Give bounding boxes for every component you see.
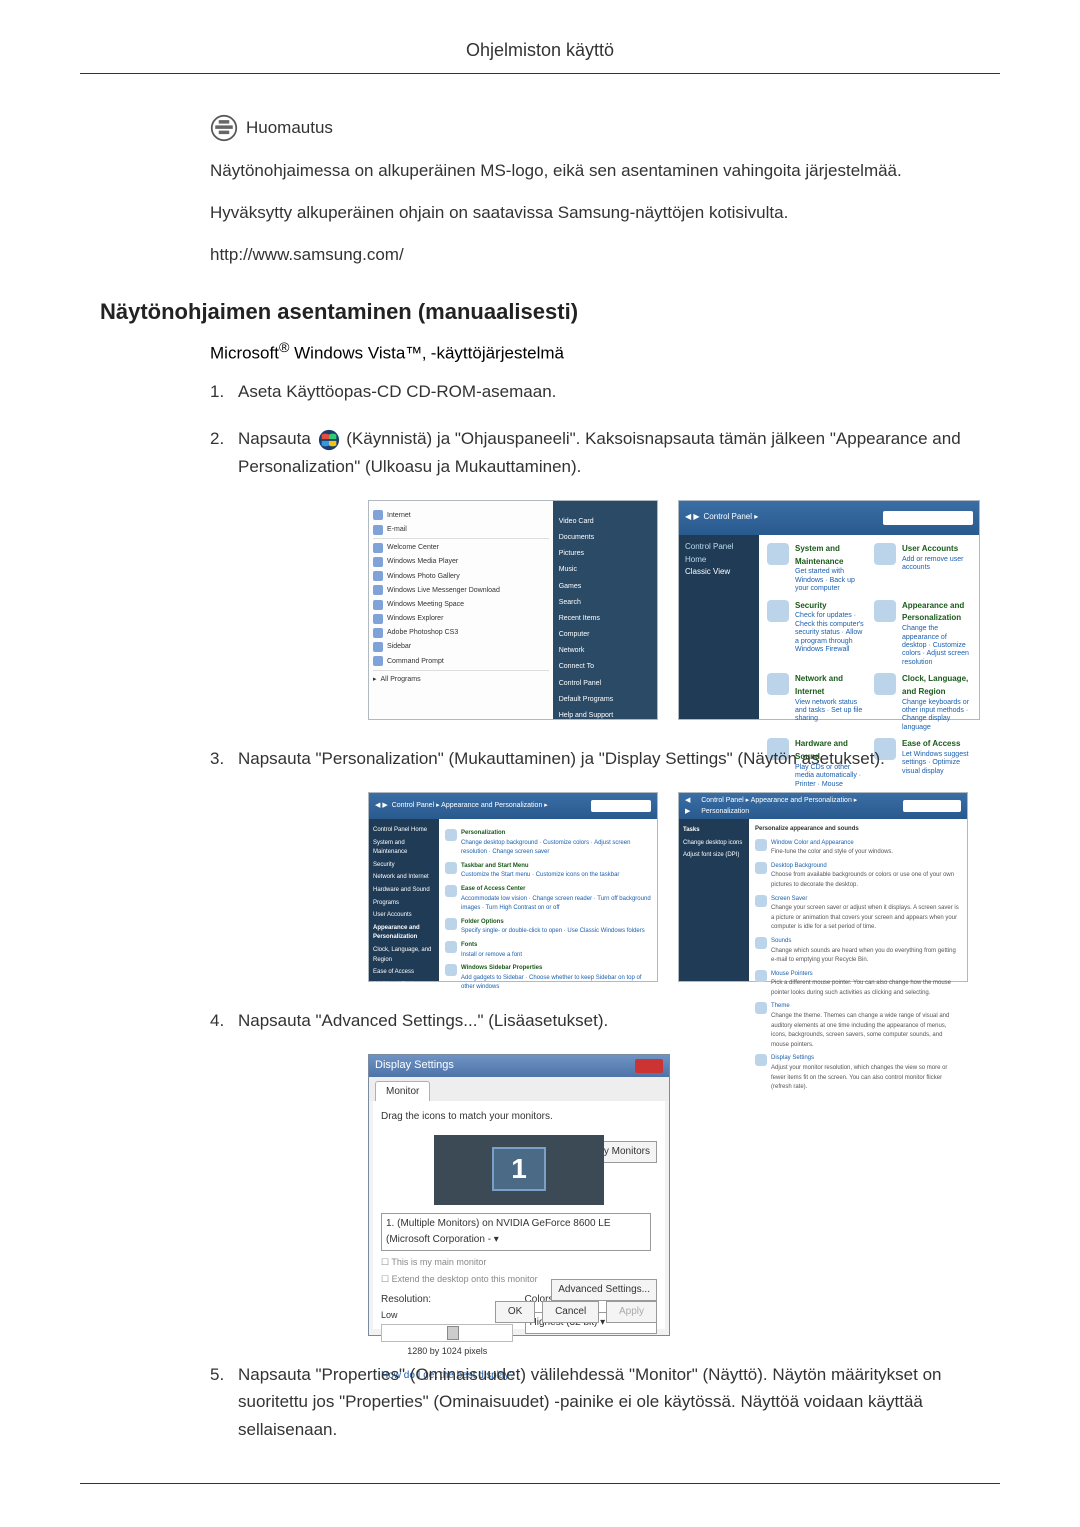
step-5-text: Napsauta "Properties" (Ominaisuudet) väl… xyxy=(238,1365,942,1438)
step-1-text: Aseta Käyttöopas-CD CD-ROM-asemaan. xyxy=(238,382,556,401)
screenshot-display-settings: Display Settings Monitor Drag the icons … xyxy=(368,1054,670,1336)
reg-mark: ® xyxy=(279,340,289,356)
sub-prefix: Microsoft xyxy=(210,343,279,362)
screenshot-personalization: ◀ ▶Control Panel ▸ Appearance and Person… xyxy=(678,792,968,982)
step-3: Napsauta "Personalization" (Mukauttamine… xyxy=(210,745,980,982)
note-url: http://www.samsung.com/ xyxy=(210,241,980,268)
step-3-text: Napsauta "Personalization" (Mukauttamine… xyxy=(238,749,885,768)
step-4: Napsauta "Advanced Settings..." (Lisäase… xyxy=(210,1007,980,1336)
step-2: Napsauta (Käynnistä) ja "Ohjauspaneeli".… xyxy=(210,425,980,719)
screenshot-start-menu: Internet E-mail Welcome Center Windows M… xyxy=(368,500,658,720)
header-rule xyxy=(80,73,1000,74)
apply-button: Apply xyxy=(606,1301,657,1323)
start-orb-icon xyxy=(318,429,340,451)
section-heading: Näytönohjaimen asentaminen (manuaalisest… xyxy=(100,299,980,325)
advanced-settings-button: Advanced Settings... xyxy=(551,1279,657,1301)
cancel-button: Cancel xyxy=(542,1301,599,1323)
page-header-title: Ohjelmiston käyttö xyxy=(80,40,1000,61)
note-paragraph-2: Hyväksytty alkuperäinen ohjain on saatav… xyxy=(210,199,980,226)
step-1: Aseta Käyttöopas-CD CD-ROM-asemaan. xyxy=(210,378,980,405)
screenshot-appearance-personalization: ◀ ▶Control Panel ▸ Appearance and Person… xyxy=(368,792,658,982)
step-2-text-a: Napsauta xyxy=(238,429,316,448)
note-header: Huomautus xyxy=(210,114,980,142)
sub-mid: Windows Vista™‚ -käyttöjärjestelmä xyxy=(289,343,564,362)
step-5: Napsauta "Properties" (Ominaisuudet) väl… xyxy=(210,1361,980,1443)
section-sub: Microsoft® Windows Vista™‚ -käyttöjärjes… xyxy=(210,340,980,364)
note-label: Huomautus xyxy=(246,118,333,138)
step-2-text-b: (Käynnistä) ja "Ohjauspaneeli". Kaksoisn… xyxy=(238,429,961,475)
step-4-text: Napsauta "Advanced Settings..." (Lisäase… xyxy=(238,1011,608,1030)
note-paragraph-1: Näytönohjaimessa on alkuperäinen MS-logo… xyxy=(210,157,980,184)
ok-button: OK xyxy=(495,1301,535,1323)
note-icon xyxy=(210,114,238,142)
footer-rule xyxy=(80,1483,1000,1484)
close-icon xyxy=(635,1059,663,1073)
screenshot-control-panel: ◀ ▶Control Panel ▸ Control Panel Home Cl… xyxy=(678,500,980,720)
